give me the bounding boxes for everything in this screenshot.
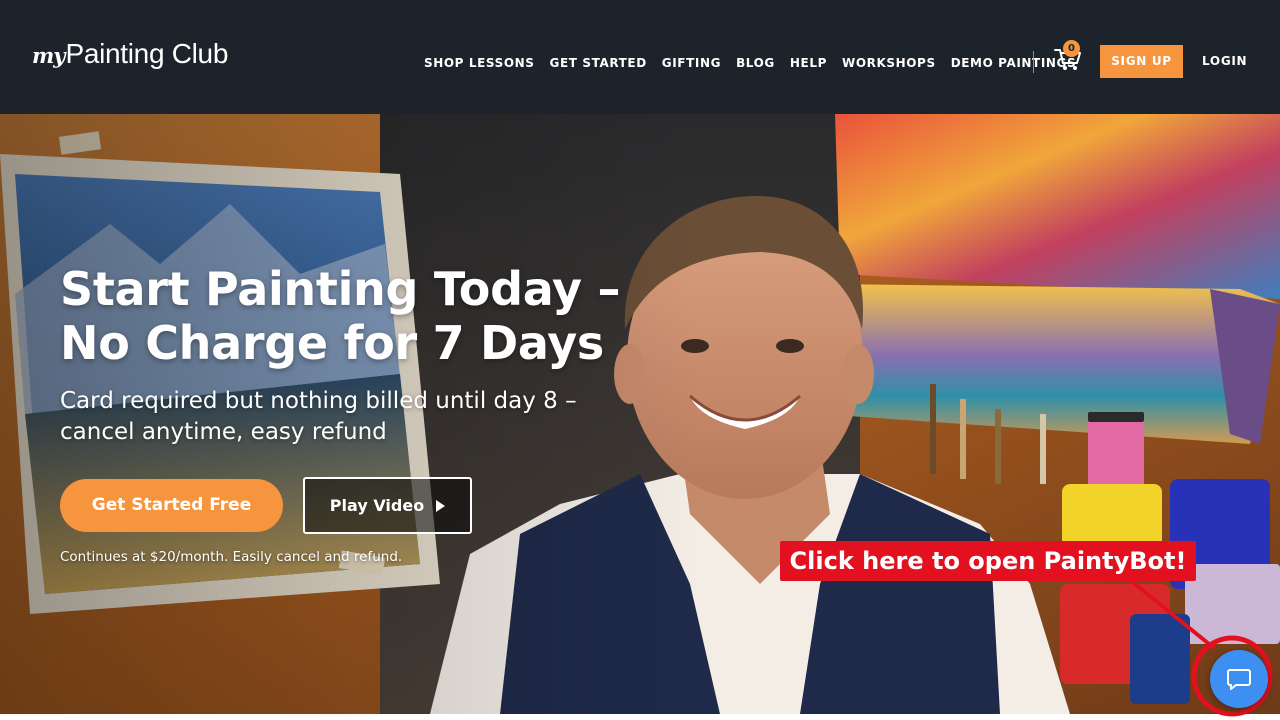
hero-subtitle-line2: cancel anytime, easy refund (60, 419, 387, 445)
site-logo[interactable]: my Painting Club (32, 38, 228, 78)
nav-workshops[interactable]: WORKSHOPS (842, 56, 936, 70)
nav-gifting[interactable]: GIFTING (662, 56, 721, 70)
chat-bubble-icon[interactable] (1210, 650, 1268, 708)
pricing-note: Continues at $20/month. Easily cancel an… (60, 549, 403, 565)
play-icon (436, 499, 446, 512)
nav-get-started[interactable]: GET STARTED (550, 56, 647, 70)
hero-title: Start Painting Today – No Charge for 7 D… (60, 262, 620, 370)
main-nav: SHOP LESSONS GET STARTED GIFTING BLOG HE… (424, 54, 1091, 72)
hero-title-line1: Start Painting Today – (60, 262, 621, 316)
annotation-callout: Click here to open PaintyBot! (780, 541, 1196, 581)
cart-count-badge: 0 (1063, 40, 1080, 57)
page-bottom-edge (0, 714, 1280, 720)
login-link[interactable]: LOGIN (1202, 54, 1247, 68)
hero-subtitle: Card required but nothing billed until d… (60, 386, 600, 448)
nav-help[interactable]: HELP (790, 56, 827, 70)
hero-title-line2: No Charge for 7 Days (60, 316, 605, 370)
hero-subtitle-line1: Card required but nothing billed until d… (60, 388, 577, 414)
get-started-free-button[interactable]: Get Started Free (60, 479, 283, 532)
hero-section: Start Painting Today – No Charge for 7 D… (0, 114, 1280, 714)
site-header: my Painting Club SHOP LESSONS GET STARTE… (0, 0, 1280, 114)
signup-button[interactable]: SIGN UP (1100, 45, 1183, 78)
nav-divider (1033, 51, 1034, 73)
logo-prefix: my (32, 43, 65, 68)
play-video-label: Play Video (329, 496, 425, 515)
play-video-button[interactable]: Play Video (303, 477, 472, 534)
logo-name: Painting Club (65, 38, 229, 69)
nav-shop-lessons[interactable]: SHOP LESSONS (424, 56, 535, 70)
nav-blog[interactable]: BLOG (736, 56, 775, 70)
